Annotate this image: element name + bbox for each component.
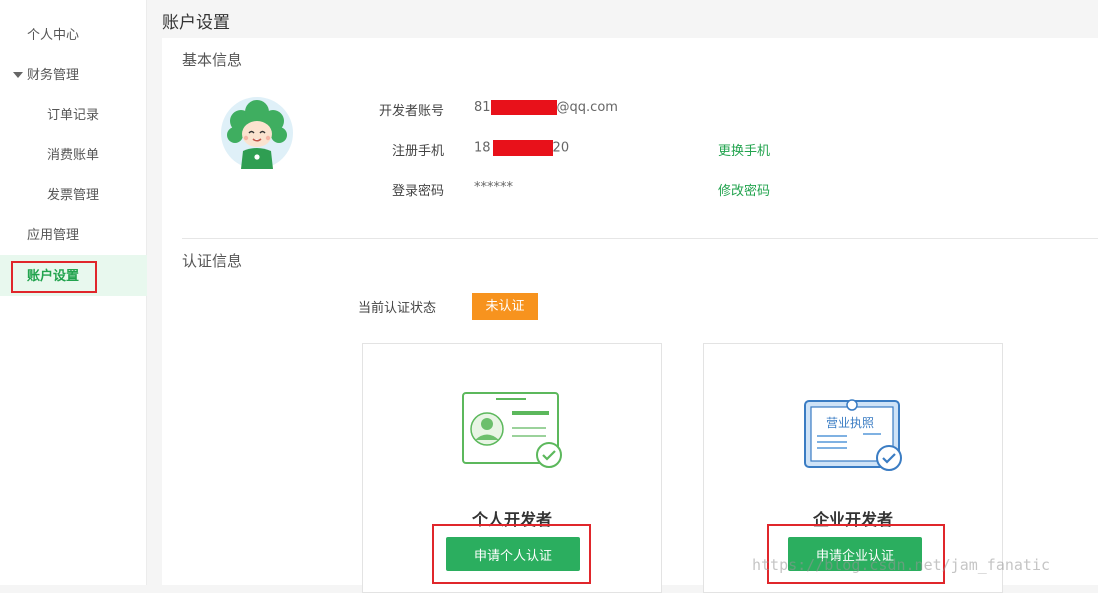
sidebar-item-bills[interactable]: 消费账单 [47, 136, 99, 176]
account-prefix: 81 [474, 100, 491, 115]
change-phone-link[interactable]: 更换手机 [718, 140, 770, 159]
status-badge: 未认证 [472, 293, 538, 320]
page-title: 账户设置 [162, 13, 230, 33]
apply-personal-certification-button[interactable]: 申请个人认证 [446, 537, 580, 571]
phone-suffix: 20 [552, 140, 570, 156]
sidebar-item-invoices[interactable]: 发票管理 [47, 176, 99, 216]
avatar [221, 97, 293, 169]
certification-status-label: 当前认证状态 [358, 301, 437, 316]
business-license-icon: 营业执照 [804, 399, 902, 471]
phone-prefix: 18 [474, 140, 491, 156]
sidebar-item-finance[interactable]: 财务管理 [13, 56, 79, 96]
phone-label: 注册手机 [391, 144, 444, 159]
main-panel: 基本信息 开发者账号 81 @qq.com 注册手机 18 20 更换手机 登录密码… [162, 38, 1098, 593]
section-divider [182, 238, 1098, 239]
personal-developer-card: 个人开发者 申请个人认证 [362, 343, 662, 593]
watermark: https://blog.csdn.net/jam_fanatic [752, 556, 1051, 574]
caret-down-icon [13, 71, 23, 78]
sidebar-item-app-management[interactable]: 应用管理 [27, 216, 79, 256]
sidebar-item-account-settings[interactable]: 账户设置 [11, 261, 97, 293]
phone-value: 18 20 [474, 140, 569, 156]
password-value: ****** [474, 180, 513, 195]
redaction-mark [492, 140, 553, 156]
password-label: 登录密码 [391, 184, 444, 199]
basic-info-title: 基本信息 [182, 51, 243, 69]
developer-account-value: 81 @qq.com [474, 100, 618, 115]
redaction-mark [490, 100, 557, 115]
sidebar-item-label: 财务管理 [27, 68, 80, 83]
id-card-icon [462, 392, 562, 468]
certification-title: 认证信息 [182, 252, 243, 270]
change-password-link[interactable]: 修改密码 [718, 180, 770, 199]
license-text: 营业执照 [826, 416, 874, 430]
account-suffix: @qq.com [556, 100, 618, 115]
sidebar: 个人中心 财务管理 订单记录 消费账单 发票管理 应用管理 账户设置 [0, 0, 147, 585]
sidebar-item-personal-center[interactable]: 个人中心 [27, 16, 79, 56]
sidebar-item-orders[interactable]: 订单记录 [47, 96, 99, 136]
developer-account-label: 开发者账号 [378, 104, 444, 119]
